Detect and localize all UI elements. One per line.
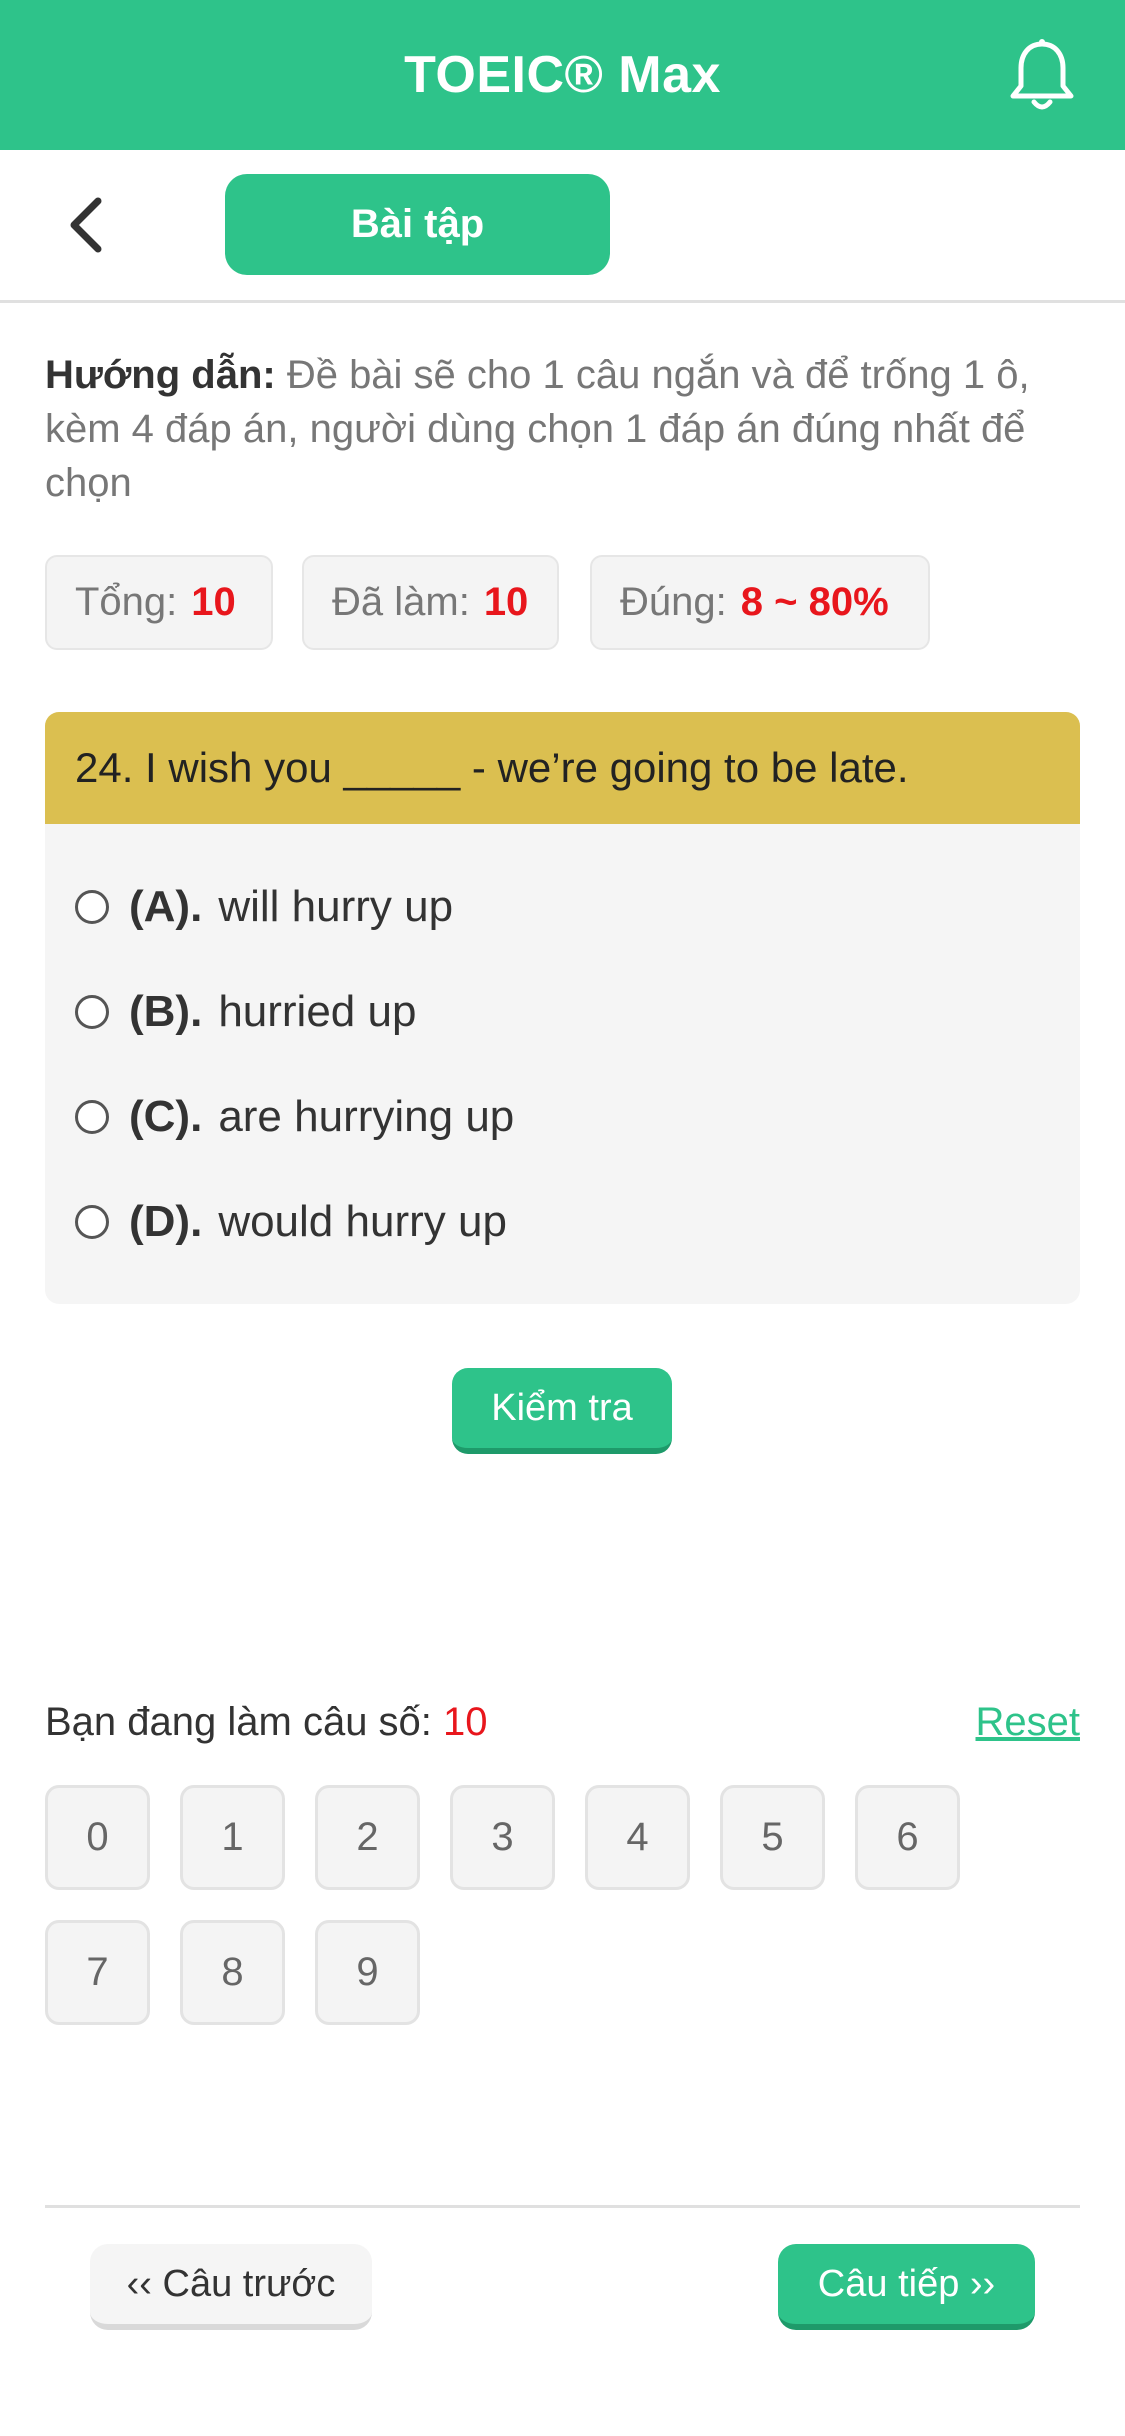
sub-navigation: Bài tập (0, 150, 1125, 303)
next-question-button[interactable]: Câu tiếp ›› (778, 2244, 1035, 2330)
radio-button[interactable] (75, 995, 109, 1029)
stat-done: Đã làm: 10 (302, 555, 559, 650)
previous-question-button[interactable]: ‹‹ Câu trước (90, 2244, 372, 2330)
stat-total: Tổng: 10 (45, 555, 273, 650)
app-header: TOEIC® Max (0, 0, 1125, 150)
stat-correct-value: 8 ~ 80% (740, 580, 889, 624)
tab-exercises[interactable]: Bài tập (225, 174, 610, 275)
option-c[interactable]: (C). are hurrying up (75, 1082, 514, 1152)
check-button[interactable]: Kiểm tra (452, 1368, 672, 1454)
radio-button[interactable] (75, 1205, 109, 1239)
option-text: are hurrying up (218, 1092, 515, 1141)
question-number-button[interactable]: 2 (315, 1785, 420, 1890)
stat-done-value: 10 (483, 580, 529, 624)
radio-button[interactable] (75, 890, 109, 924)
option-text: will hurry up (218, 882, 454, 931)
option-label: (B). (129, 987, 203, 1036)
question-number-button[interactable]: 6 (855, 1785, 960, 1890)
stat-correct: Đúng: 8 ~ 80% (590, 555, 930, 650)
option-d[interactable]: (D). would hurry up (75, 1187, 507, 1257)
current-question-number: 10 (443, 1700, 488, 1744)
question-number-button[interactable]: 4 (585, 1785, 690, 1890)
option-text: would hurry up (218, 1197, 507, 1246)
reset-link[interactable]: Reset (976, 1700, 1081, 1745)
radio-button[interactable] (75, 1100, 109, 1134)
footer-divider (45, 2205, 1080, 2208)
question-number-button[interactable]: 1 (180, 1785, 285, 1890)
question-text: 24. I wish you _____ - we’re going to be… (45, 712, 1080, 824)
option-label: (D). (129, 1197, 203, 1246)
stat-total-value: 10 (191, 580, 236, 624)
question-number-button[interactable]: 8 (180, 1920, 285, 2025)
stat-correct-label: Đúng: (620, 580, 727, 624)
app-title: TOEIC® Max (404, 46, 721, 104)
current-question-label: Bạn đang làm câu số: 10 (45, 1700, 488, 1745)
question-number-button[interactable]: 9 (315, 1920, 420, 2025)
option-a[interactable]: (A). will hurry up (75, 872, 453, 942)
question-number-button[interactable]: 0 (45, 1785, 150, 1890)
question-number-button[interactable]: 3 (450, 1785, 555, 1890)
option-text: hurried up (218, 987, 417, 1036)
question-number-button[interactable]: 7 (45, 1920, 150, 2025)
back-arrow-icon[interactable] (62, 195, 112, 255)
question-number-button[interactable]: 5 (720, 1785, 825, 1890)
bell-icon[interactable] (1007, 38, 1077, 114)
option-label: (A). (129, 882, 203, 931)
progress-label-text: Bạn đang làm câu số: (45, 1700, 432, 1744)
stat-total-label: Tổng: (75, 580, 178, 624)
question-card: 24. I wish you _____ - we’re going to be… (45, 712, 1080, 1304)
instruction-text: Hướng dẫn: Đề bài sẽ cho 1 câu ngắn và đ… (45, 348, 1085, 510)
stat-done-label: Đã làm: (332, 580, 470, 624)
option-label: (C). (129, 1092, 203, 1141)
option-b[interactable]: (B). hurried up (75, 977, 416, 1047)
instruction-label: Hướng dẫn: (45, 353, 276, 397)
